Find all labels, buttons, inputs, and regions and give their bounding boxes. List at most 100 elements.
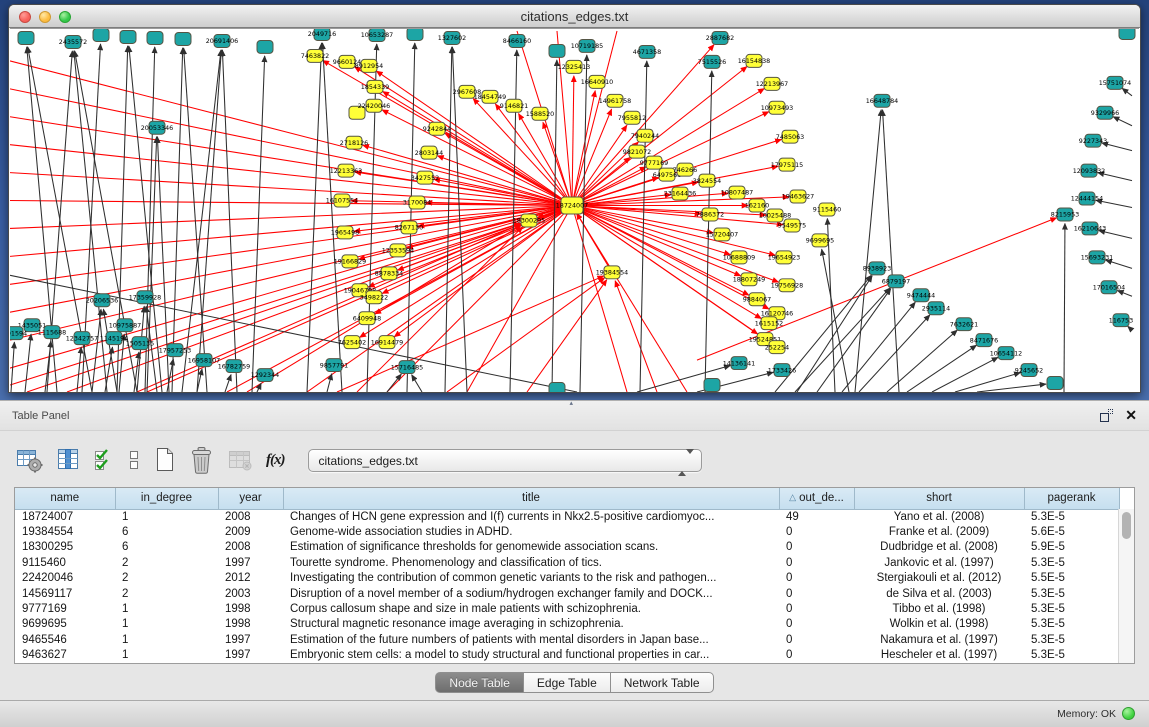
table-row[interactable]: 946554611997Estimation of the future num… — [15, 632, 1119, 647]
delete-trash-icon[interactable] — [189, 446, 214, 474]
column-header[interactable]: in_degree — [115, 488, 218, 509]
graph-node-label: 1505135 — [126, 339, 154, 347]
graph-node-label: 17016504 — [1093, 283, 1125, 291]
table-row[interactable]: 1456911722003Disruption of a novel membe… — [15, 586, 1119, 601]
table-cell: Estimation of significance thresholds fo… — [283, 540, 779, 555]
graph-node[interactable] — [18, 31, 34, 44]
table-cell: 6 — [115, 524, 218, 539]
graph-node-label: 8912954 — [355, 62, 383, 70]
graph-node[interactable] — [147, 31, 163, 44]
graph-node-label: 162160 — [745, 202, 769, 210]
clear-rows-icon[interactable] — [128, 447, 141, 473]
table-row[interactable]: 946362711997Embryonic stem cells: a mode… — [15, 648, 1119, 663]
network-canvas[interactable]: 2435572206914062049716106532871327602846… — [10, 28, 1139, 392]
table-cell: 9699695 — [15, 617, 115, 632]
float-panel-icon[interactable] — [1100, 409, 1113, 422]
graph-node-label: 9227343 — [1079, 137, 1107, 145]
network-graph[interactable]: 2435572206914062049716106532871327602846… — [10, 29, 1139, 392]
table-cell: 0 — [779, 555, 854, 570]
graph-node-label: 1854339 — [361, 83, 389, 91]
table-cell: Yano et al. (2008) — [854, 509, 1024, 524]
column-header[interactable]: short — [854, 488, 1024, 509]
graph-node[interactable] — [1047, 377, 1063, 390]
table-cell: 1998 — [218, 617, 283, 632]
table-row[interactable]: 977716911998Corpus callosum shape and si… — [15, 601, 1119, 616]
table-row[interactable]: 911546021997Tourette syndrome. Phenomeno… — [15, 555, 1119, 570]
graph-node-label: 16914479 — [371, 338, 403, 346]
graph-node-label: 7955812 — [618, 114, 646, 122]
select-rows-icon[interactable] — [93, 447, 115, 473]
table-cell: Nakamura et al. (1997) — [854, 632, 1024, 647]
graph-node[interactable] — [704, 379, 720, 392]
scrollbar-thumb[interactable] — [1122, 512, 1131, 539]
graph-node-label: 20206536 — [86, 296, 118, 304]
graph-node[interactable] — [120, 30, 136, 43]
graph-edge — [572, 206, 687, 392]
window-titlebar[interactable]: citations_edges.txt — [9, 5, 1140, 28]
table-column-icon[interactable] — [56, 447, 80, 473]
tab-edge-table[interactable]: Edge Table — [524, 672, 611, 693]
graph-node-label: 16107554 — [326, 197, 358, 205]
close-panel-icon[interactable]: ✕ — [1125, 408, 1137, 422]
tab-network-table[interactable]: Network Table — [611, 672, 714, 693]
table-row[interactable]: 1938455462009Genome-wide association stu… — [15, 524, 1119, 539]
graph-node-label: 746266 — [673, 166, 697, 174]
graph-node-label: 15693231 — [1081, 254, 1113, 262]
column-header[interactable]: △out_de... — [779, 488, 854, 509]
graph-node-label: 1615152 — [755, 319, 783, 327]
graph-node-label: 12213363 — [330, 167, 362, 175]
graph-node-label: 116753 — [1109, 316, 1133, 324]
new-document-icon[interactable] — [154, 446, 176, 474]
table-cell: 0 — [779, 586, 854, 601]
tab-node-table[interactable]: Node Table — [435, 672, 524, 693]
graph-edge — [307, 43, 322, 392]
graph-edge — [977, 384, 1046, 392]
graph-node-label: 7515526 — [698, 58, 726, 66]
graph-node-label: 7632621 — [950, 320, 978, 328]
graph-node[interactable] — [549, 383, 565, 392]
graph-edge — [932, 357, 998, 392]
split-pane-grip-icon[interactable]: ▴ — [570, 400, 574, 407]
table-cell: 2009 — [218, 524, 283, 539]
table-settings-icon[interactable] — [16, 447, 43, 473]
graph-node-label: 10807487 — [721, 189, 753, 197]
graph-node-label: 16782759 — [218, 362, 250, 370]
table-row[interactable]: 1872400712008Changes of HCN gene express… — [15, 509, 1119, 524]
graph-node-label: 9242844 — [423, 125, 451, 133]
graph-node[interactable] — [93, 29, 109, 41]
table-row[interactable]: 2242004622012Investigating the contribut… — [15, 571, 1119, 586]
function-icon[interactable]: f(x) — [266, 452, 285, 469]
graph-node[interactable] — [407, 29, 423, 40]
graph-node-label: 18807249 — [733, 276, 765, 284]
table-cell: Corpus callosum shape and size in male p… — [283, 601, 779, 616]
table-row[interactable]: 969969511998Structural magnetic resonanc… — [15, 617, 1119, 632]
column-header[interactable]: year — [218, 488, 283, 509]
graph-edge — [222, 50, 237, 392]
column-header[interactable]: title — [283, 488, 779, 509]
table-cell: 2008 — [218, 509, 283, 524]
table-cell: 1 — [115, 509, 218, 524]
column-header[interactable]: name — [15, 488, 115, 509]
graph-edge — [1113, 117, 1132, 126]
table-vertical-scrollbar[interactable] — [1118, 509, 1134, 663]
table-cell: 5.3E-5 — [1024, 648, 1119, 663]
graph-node[interactable] — [257, 40, 273, 53]
graph-edge — [184, 48, 207, 392]
graph-node-label: 12093832 — [1073, 167, 1105, 175]
graph-node[interactable] — [549, 44, 565, 57]
table-row[interactable]: 1830029562008Estimation of significance … — [15, 540, 1119, 555]
graph-node[interactable] — [175, 32, 191, 45]
graph-node[interactable] — [1119, 29, 1135, 39]
graph-node-label: 15751074 — [1099, 79, 1131, 87]
column-header[interactable]: pagerank — [1024, 488, 1119, 509]
table-source-select[interactable]: citations_edges.txt — [308, 449, 702, 472]
table-cell: 2003 — [218, 586, 283, 601]
graph-node-label: 17975115 — [771, 161, 803, 169]
table-cell: 0 — [779, 632, 854, 647]
table-toolbar: f(x) citations_edges.txt — [16, 442, 702, 478]
graph-node-label: 3170084 — [403, 199, 431, 207]
graph-node-label: 2887682 — [706, 34, 734, 42]
graph-node-label: 1115688 — [38, 328, 66, 336]
graph-node-label: 1145194 — [100, 334, 128, 342]
graph-node-label: 10025488 — [759, 212, 791, 220]
